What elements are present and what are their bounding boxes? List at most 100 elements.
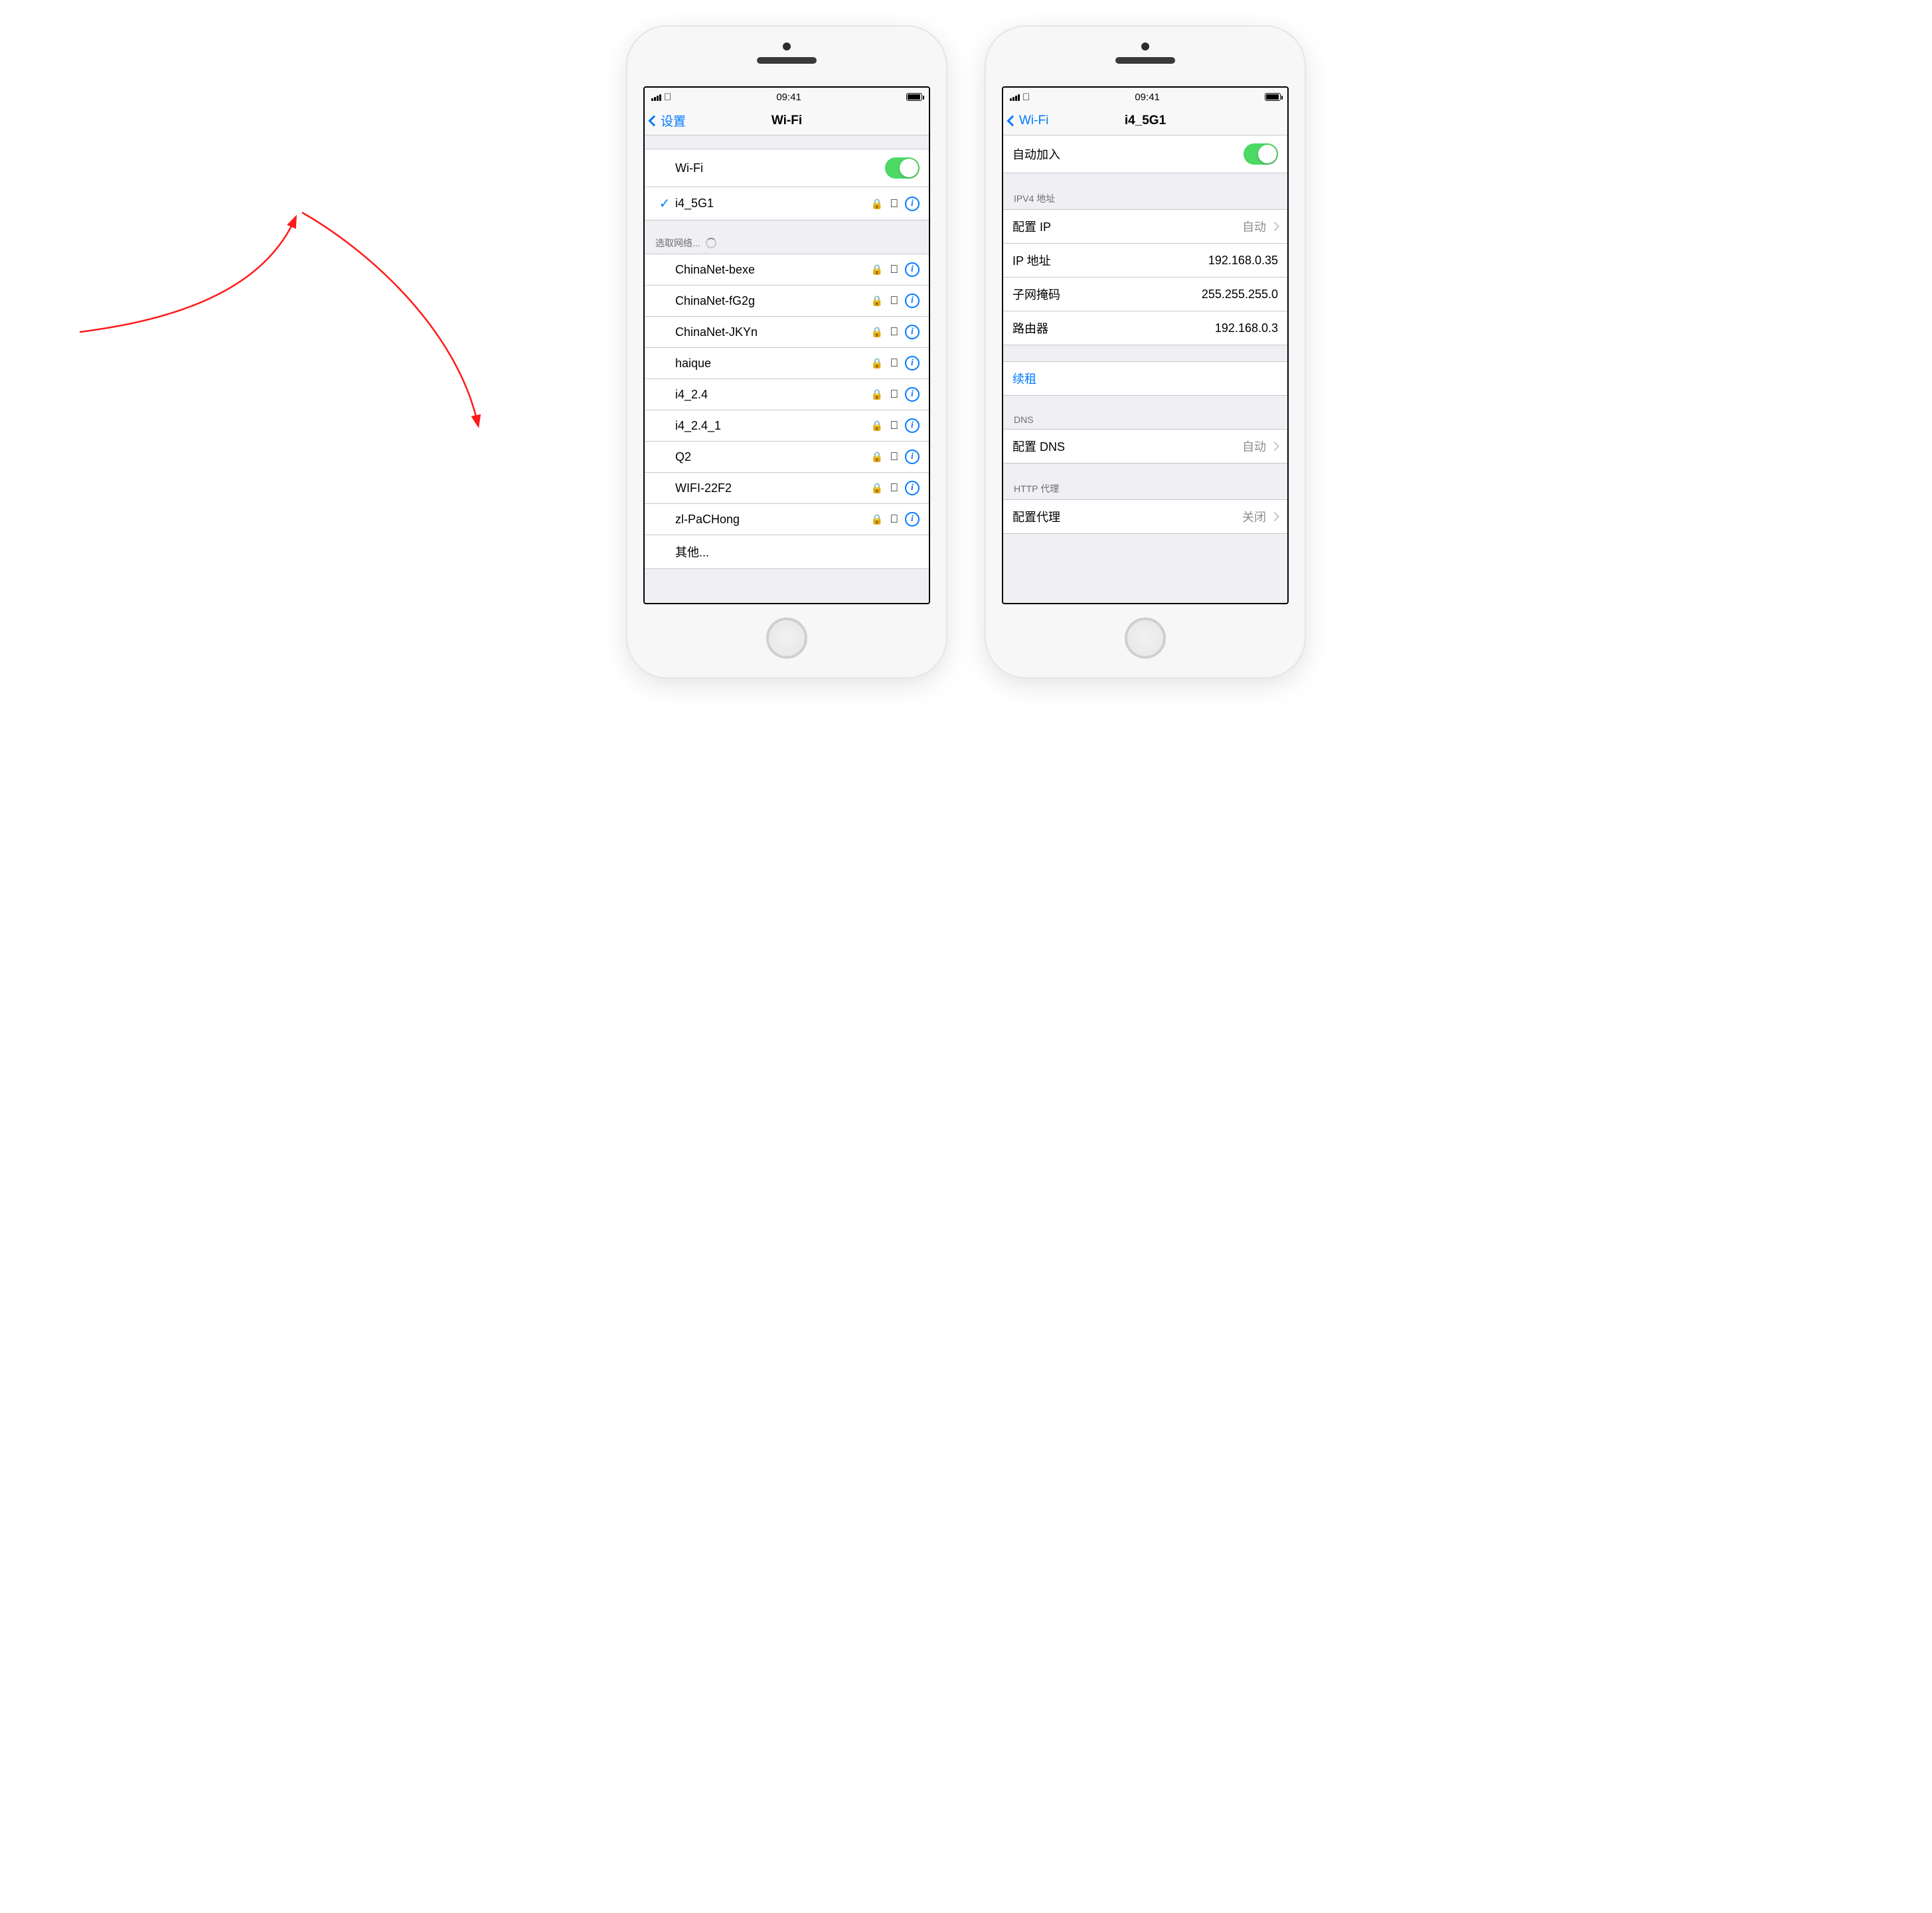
- network-row[interactable]: Q2🔒 􀙇 i: [645, 442, 929, 473]
- ip-address-row: IP 地址 192.168.0.35: [1003, 244, 1287, 278]
- network-row[interactable]: i4_2.4🔒 􀙇 i: [645, 379, 929, 410]
- lock-icon: 🔒: [871, 388, 884, 400]
- info-icon[interactable]: i: [905, 450, 920, 464]
- status-time: 09:41: [776, 92, 801, 103]
- auto-join-label: 自动加入: [1012, 145, 1244, 163]
- info-icon[interactable]: i: [905, 197, 920, 211]
- http-proxy-header: HTTP 代理: [1003, 478, 1287, 499]
- network-ssid: i4_2.4: [675, 388, 871, 402]
- chevron-right-icon: [1270, 222, 1279, 231]
- auto-join-toggle[interactable]: [1244, 143, 1278, 165]
- wifi-strength-icon: 􀙇: [890, 263, 898, 276]
- other-network-row[interactable]: 其他...: [645, 535, 929, 569]
- info-icon[interactable]: i: [905, 387, 920, 402]
- speaker-slot: [1115, 57, 1175, 64]
- info-icon[interactable]: i: [905, 262, 920, 277]
- wifi-strength-icon: 􀙇: [890, 388, 898, 401]
- status-bar: 􀙇 09:41: [645, 88, 929, 106]
- chevron-right-icon: [1270, 512, 1279, 521]
- network-ssid: zl-PaCHong: [675, 513, 871, 527]
- wifi-status-icon: 􀙇: [1022, 92, 1030, 103]
- screen-left: 􀙇 09:41 设置 Wi-Fi Wi-Fi ✓ i4_5G1: [643, 86, 930, 604]
- screen-right: 􀙇 09:41 Wi-Fi i4_5G1 自动加入 IPV4 地址 配置 IP …: [1002, 86, 1289, 604]
- auto-join-row[interactable]: 自动加入: [1003, 135, 1287, 173]
- network-ssid: WIFI-22F2: [675, 481, 871, 495]
- page-title: Wi-Fi: [645, 114, 929, 128]
- wifi-strength-icon: 􀙇: [890, 419, 898, 432]
- signal-bars-icon: [651, 93, 661, 101]
- wifi-master-group: Wi-Fi ✓ i4_5G1 🔒 􀙇 i: [645, 149, 929, 220]
- network-ssid: Q2: [675, 450, 871, 464]
- wifi-toggle-label: Wi-Fi: [675, 161, 885, 175]
- page-title: i4_5G1: [1003, 114, 1287, 128]
- lock-icon: 🔒: [871, 513, 884, 525]
- renew-lease-row[interactable]: 续租: [1003, 361, 1287, 396]
- choose-network-header: 选取网络...: [645, 232, 929, 254]
- subnet-mask-row: 子网掩码 255.255.255.0: [1003, 278, 1287, 311]
- info-icon[interactable]: i: [905, 418, 920, 433]
- info-icon[interactable]: i: [905, 356, 920, 371]
- home-button[interactable]: [766, 618, 807, 659]
- spinner-icon: [706, 238, 716, 248]
- info-icon[interactable]: i: [905, 325, 920, 339]
- info-icon[interactable]: i: [905, 512, 920, 527]
- wifi-strength-icon: 􀙇: [890, 481, 898, 495]
- wifi-strength-icon: 􀙇: [890, 513, 898, 526]
- network-row[interactable]: i4_2.4_1🔒 􀙇 i: [645, 410, 929, 442]
- network-row[interactable]: WIFI-22F2🔒 􀙇 i: [645, 473, 929, 504]
- network-row[interactable]: ChinaNet-fG2g🔒 􀙇 i: [645, 286, 929, 317]
- wifi-strength-icon: 􀙇: [890, 450, 898, 463]
- status-time: 09:41: [1135, 92, 1160, 103]
- network-ssid: ChinaNet-bexe: [675, 263, 871, 277]
- lock-icon: 🔒: [871, 357, 884, 369]
- lock-icon: 🔒: [871, 198, 884, 210]
- wifi-status-icon: 􀙇: [664, 92, 671, 103]
- network-ssid: ChinaNet-fG2g: [675, 294, 871, 308]
- lock-icon: 🔒: [871, 326, 884, 338]
- wifi-toggle-row[interactable]: Wi-Fi: [645, 149, 929, 187]
- lock-icon: 🔒: [871, 420, 884, 432]
- phone-right: 􀙇 09:41 Wi-Fi i4_5G1 自动加入 IPV4 地址 配置 IP …: [986, 27, 1305, 677]
- battery-icon: [906, 93, 922, 101]
- network-row[interactable]: ChinaNet-JKYn🔒 􀙇 i: [645, 317, 929, 348]
- lock-icon: 🔒: [871, 295, 884, 307]
- network-row[interactable]: ChinaNet-bexe🔒 􀙇 i: [645, 254, 929, 286]
- network-row[interactable]: haique🔒 􀙇 i: [645, 348, 929, 379]
- ipv4-header: IPV4 地址: [1003, 188, 1287, 209]
- wifi-strength-icon: 􀙇: [890, 197, 898, 210]
- network-row[interactable]: zl-PaCHong🔒 􀙇 i: [645, 504, 929, 535]
- lock-icon: 🔒: [871, 264, 884, 276]
- status-bar: 􀙇 09:41: [1003, 88, 1287, 106]
- lock-icon: 🔒: [871, 482, 884, 494]
- network-ssid: haique: [675, 357, 871, 371]
- network-ssid: i4_2.4_1: [675, 419, 871, 433]
- camera-dot: [1141, 42, 1149, 50]
- info-icon[interactable]: i: [905, 293, 920, 308]
- signal-bars-icon: [1010, 93, 1020, 101]
- connected-ssid: i4_5G1: [675, 197, 871, 210]
- wifi-strength-icon: 􀙇: [890, 357, 898, 370]
- wifi-strength-icon: 􀙇: [890, 325, 898, 339]
- chevron-right-icon: [1270, 442, 1279, 451]
- nav-bar: Wi-Fi i4_5G1: [1003, 106, 1287, 135]
- wifi-strength-icon: 􀙇: [890, 294, 898, 307]
- network-ssid: ChinaNet-JKYn: [675, 325, 871, 339]
- router-row: 路由器 192.168.0.3: [1003, 311, 1287, 345]
- checkmark-icon: ✓: [659, 195, 671, 212]
- connected-network-row[interactable]: ✓ i4_5G1 🔒 􀙇 i: [645, 187, 929, 220]
- configure-ip-row[interactable]: 配置 IP 自动: [1003, 209, 1287, 244]
- lock-icon: 🔒: [871, 451, 884, 463]
- configure-dns-row[interactable]: 配置 DNS 自动: [1003, 429, 1287, 463]
- nav-bar: 设置 Wi-Fi: [645, 106, 929, 135]
- battery-icon: [1265, 93, 1281, 101]
- wifi-toggle[interactable]: [885, 157, 920, 179]
- renew-group: 续租: [1003, 361, 1287, 396]
- phone-left: 􀙇 09:41 设置 Wi-Fi Wi-Fi ✓ i4_5G1: [627, 27, 946, 677]
- other-label: 其他...: [675, 543, 920, 560]
- camera-dot: [783, 42, 791, 50]
- home-button[interactable]: [1125, 618, 1166, 659]
- info-icon[interactable]: i: [905, 481, 920, 495]
- configure-proxy-row[interactable]: 配置代理 关闭: [1003, 499, 1287, 534]
- speaker-slot: [757, 57, 817, 64]
- network-list: ChinaNet-bexe🔒􀙇iChinaNet-fG2g🔒􀙇iChinaNet…: [645, 254, 929, 569]
